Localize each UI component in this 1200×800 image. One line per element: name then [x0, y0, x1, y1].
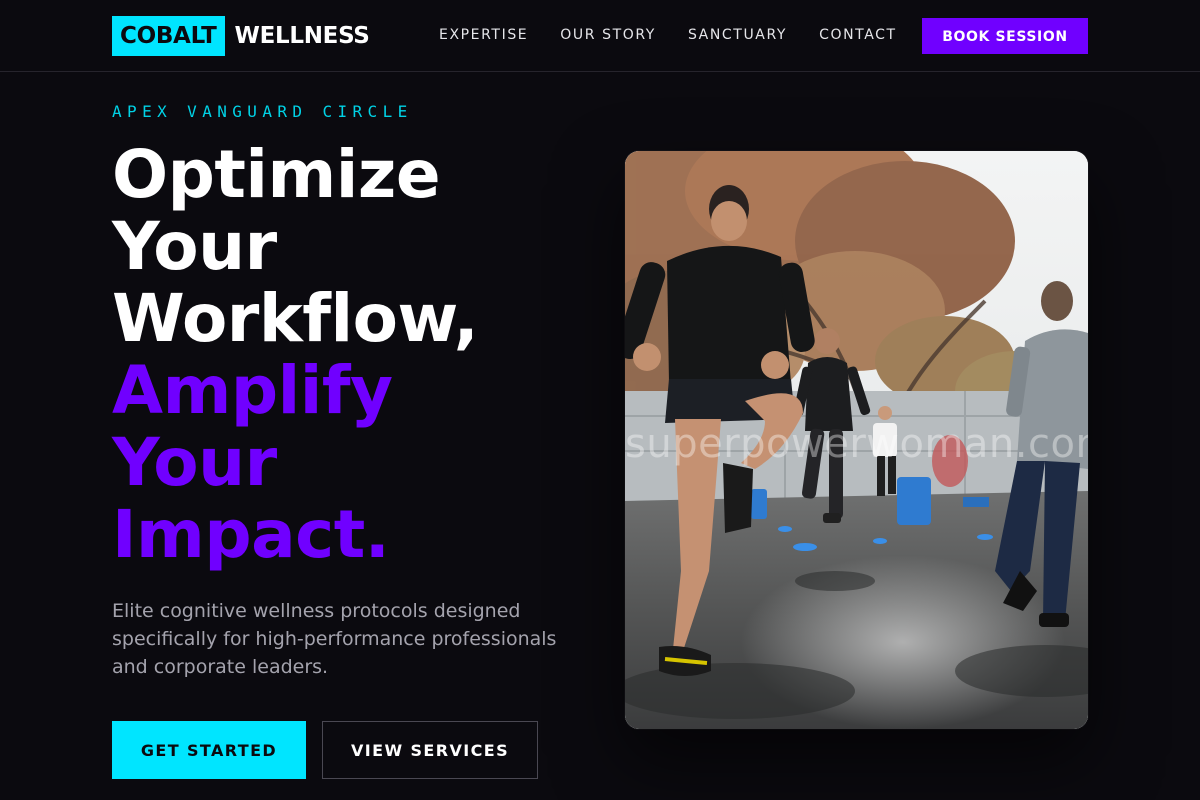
site-header: COBALT WELLNESS EXPERTISE OUR STORY SANC… [0, 0, 1200, 72]
headline-line-3: Workflow, [112, 280, 479, 357]
headline-line-4: Amplify [112, 352, 393, 429]
hero-eyebrow: APEX VANGUARD CIRCLE [112, 102, 413, 121]
brand-word: WELLNESS [234, 23, 370, 49]
headline-line-1: Optimize [112, 136, 441, 213]
view-services-button[interactable]: VIEW SERVICES [322, 721, 538, 779]
nav-link-our-story[interactable]: OUR STORY [560, 25, 656, 45]
main-nav: EXPERTISE OUR STORY SANCTUARY CONTACT [439, 25, 897, 45]
get-started-button[interactable]: GET STARTED [112, 721, 306, 779]
headline-line-5: Your [112, 424, 277, 501]
nav-link-expertise[interactable]: EXPERTISE [439, 25, 528, 45]
headline-line-6: Impact. [112, 496, 390, 573]
photo-watermark: superpowerwoman.com [625, 421, 1088, 467]
brand-badge: COBALT [112, 16, 225, 56]
hero-description: Elite cognitive wellness protocols desig… [112, 600, 557, 678]
hero-headline: Optimize Your Workflow, Amplify Your Imp… [112, 139, 592, 571]
headline-line-2: Your [112, 208, 277, 285]
nav-link-sanctuary[interactable]: SANCTUARY [688, 25, 787, 45]
book-session-button[interactable]: BOOK SESSION [922, 18, 1088, 54]
brand-logo[interactable]: COBALT WELLNESS [112, 16, 370, 56]
nav-link-contact[interactable]: CONTACT [819, 25, 897, 45]
hero-photo: superpowerwoman.com [625, 151, 1088, 729]
